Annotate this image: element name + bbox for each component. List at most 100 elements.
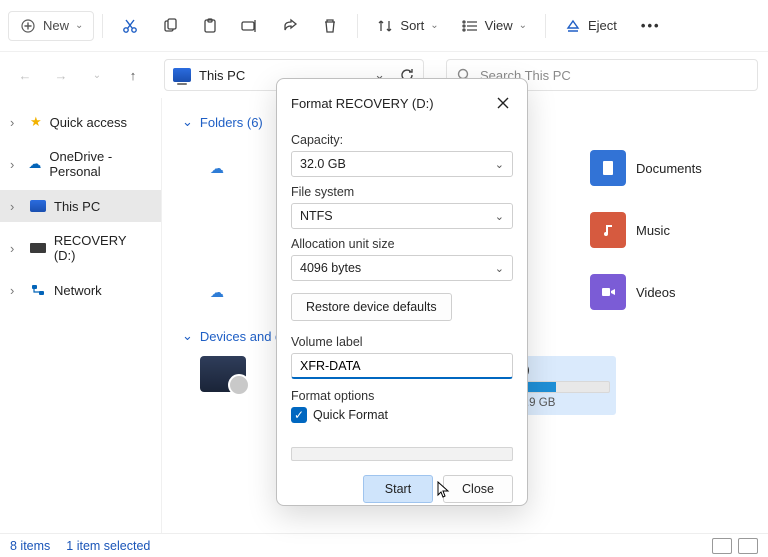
- capacity-value: 32.0 GB: [300, 157, 346, 171]
- new-label: New: [43, 18, 69, 33]
- sidebar-item-recovery[interactable]: › RECOVERY (D:): [0, 232, 161, 264]
- folder-label: Videos: [636, 285, 676, 300]
- chevron-down-icon: ⌄: [75, 20, 83, 31]
- start-label: Start: [385, 482, 411, 496]
- up-button[interactable]: ↑: [118, 60, 148, 90]
- documents-icon: [590, 150, 626, 186]
- chevron-right-icon: ›: [10, 115, 22, 130]
- status-selected: 1 item selected: [66, 539, 150, 553]
- paste-icon: [201, 17, 219, 35]
- allocation-value: 4096 bytes: [300, 261, 361, 275]
- cut-button[interactable]: [111, 11, 149, 41]
- chevron-down-icon: ⌄: [430, 20, 438, 31]
- folder-label: Documents: [636, 161, 702, 176]
- separator: [357, 14, 358, 38]
- delete-button[interactable]: [311, 11, 349, 41]
- restore-defaults-button[interactable]: Restore device defaults: [291, 293, 452, 321]
- chevron-down-icon: ⌄: [182, 114, 193, 130]
- format-options-label: Format options: [291, 389, 513, 403]
- chevron-down-icon: ⌄: [495, 262, 504, 275]
- recent-button[interactable]: ⌄: [82, 60, 112, 90]
- dialog-title: Format RECOVERY (D:): [291, 96, 434, 111]
- folder-item-documents[interactable]: Documents: [590, 150, 702, 186]
- capacity-select[interactable]: 32.0 GB ⌄: [291, 151, 513, 177]
- plus-icon: [19, 17, 37, 35]
- share-button[interactable]: [271, 11, 309, 41]
- cloud-status-icon: ☁: [210, 284, 230, 301]
- separator: [545, 14, 546, 38]
- chevron-down-icon: ⌄: [519, 20, 527, 31]
- folder-label: Music: [636, 223, 670, 238]
- rename-button[interactable]: [231, 11, 269, 41]
- new-button[interactable]: New ⌄: [8, 11, 94, 41]
- cloud-icon: ☁: [28, 156, 41, 172]
- capacity-label: Capacity:: [291, 133, 513, 147]
- sidebar-label: RECOVERY (D:): [54, 233, 151, 263]
- sidebar: › ★ Quick access › ☁ OneDrive - Personal › Th…: [0, 98, 162, 534]
- chevron-down-icon: ⌄: [495, 210, 504, 223]
- chevron-right-icon: ›: [10, 241, 22, 256]
- separator: [102, 14, 103, 38]
- pc-icon: [173, 68, 191, 82]
- drive-icon: [200, 356, 246, 392]
- back-button[interactable]: ←: [10, 60, 40, 90]
- chevron-right-icon: ›: [10, 199, 22, 214]
- rename-icon: [241, 17, 259, 35]
- restore-label: Restore device defaults: [306, 300, 437, 314]
- sidebar-item-this-pc[interactable]: › This PC: [0, 190, 161, 222]
- eject-button[interactable]: Eject: [554, 11, 627, 41]
- filesystem-label: File system: [291, 185, 513, 199]
- ellipsis-icon: •••: [641, 18, 661, 33]
- close-label: Close: [462, 482, 494, 496]
- volume-label-input[interactable]: [291, 353, 513, 379]
- more-button[interactable]: •••: [631, 12, 671, 39]
- copy-icon: [161, 17, 179, 35]
- chevron-right-icon: ›: [10, 157, 20, 172]
- sort-label: Sort: [400, 18, 424, 33]
- sidebar-label: This PC: [54, 199, 100, 214]
- filesystem-value: NTFS: [300, 209, 333, 223]
- drive-item-local[interactable]: [200, 356, 246, 415]
- sidebar-item-network[interactable]: › Network: [0, 274, 161, 306]
- folder-item-videos[interactable]: Videos: [590, 274, 676, 310]
- address-text: This PC: [199, 68, 245, 83]
- paste-button[interactable]: [191, 11, 229, 41]
- sidebar-item-onedrive[interactable]: › ☁ OneDrive - Personal: [0, 148, 161, 180]
- chevron-down-icon: ⌄: [495, 158, 504, 171]
- cloud-status-icon: ☁: [210, 160, 230, 177]
- view-details-button[interactable]: [712, 538, 732, 554]
- start-button[interactable]: Start: [363, 475, 433, 503]
- close-button[interactable]: [491, 91, 515, 115]
- view-thumb-button[interactable]: [738, 538, 758, 554]
- close-dialog-button[interactable]: Close: [443, 475, 513, 503]
- videos-icon: [590, 274, 626, 310]
- sort-button[interactable]: Sort ⌄: [366, 11, 448, 41]
- view-icon: [461, 17, 479, 35]
- music-icon: [590, 212, 626, 248]
- copy-button[interactable]: [151, 11, 189, 41]
- allocation-select[interactable]: 4096 bytes ⌄: [291, 255, 513, 281]
- chevron-down-icon: ⌄: [182, 328, 193, 344]
- chevron-right-icon: ›: [10, 283, 22, 298]
- forward-button[interactable]: →: [46, 60, 76, 90]
- star-icon: ★: [30, 114, 42, 130]
- share-icon: [281, 17, 299, 35]
- status-bar: 8 items 1 item selected: [0, 533, 768, 557]
- pc-icon: [30, 200, 46, 212]
- filesystem-select[interactable]: NTFS ⌄: [291, 203, 513, 229]
- view-button[interactable]: View ⌄: [451, 11, 537, 41]
- quick-format-checkbox[interactable]: ✓: [291, 407, 307, 423]
- trash-icon: [321, 17, 339, 35]
- network-icon: [30, 283, 46, 297]
- sidebar-label: Quick access: [50, 115, 127, 130]
- sidebar-item-quick-access[interactable]: › ★ Quick access: [0, 106, 161, 138]
- volume-label-label: Volume label: [291, 335, 513, 349]
- eject-icon: [564, 17, 582, 35]
- sidebar-label: Network: [54, 283, 102, 298]
- drive-icon: [30, 243, 46, 253]
- allocation-label: Allocation unit size: [291, 237, 513, 251]
- folder-item-music[interactable]: Music: [590, 212, 670, 248]
- eject-label: Eject: [588, 18, 617, 33]
- scissors-icon: [121, 17, 139, 35]
- sidebar-label: OneDrive - Personal: [49, 149, 151, 179]
